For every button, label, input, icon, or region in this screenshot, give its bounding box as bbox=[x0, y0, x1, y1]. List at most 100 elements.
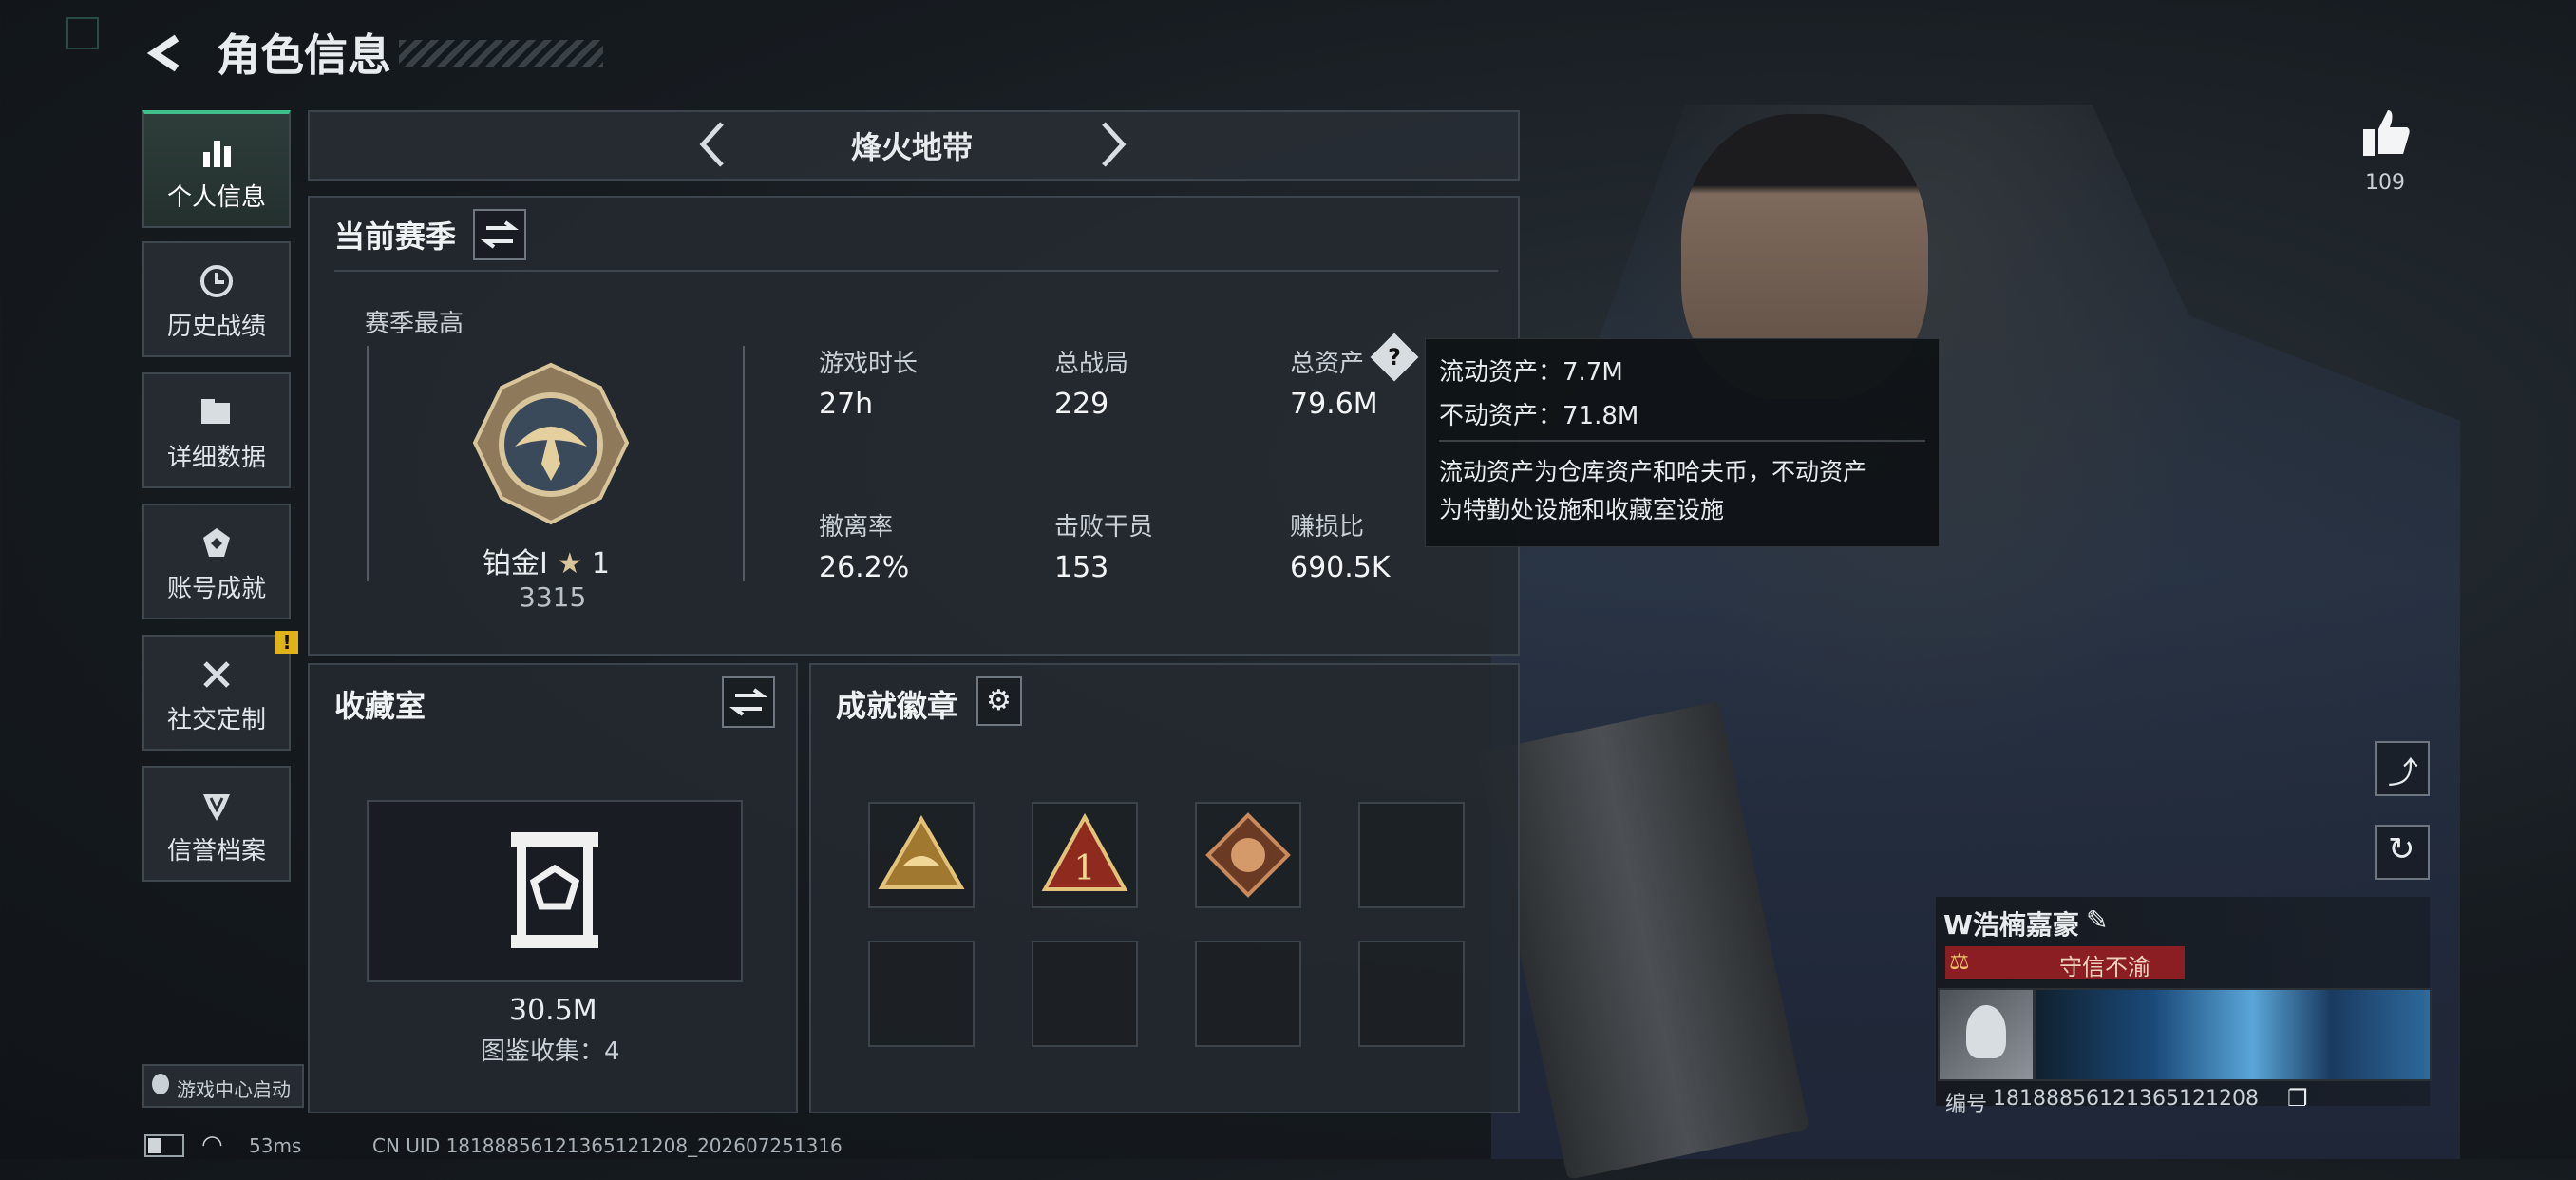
tooltip-desc-line1: 流动资产为仓库资产和哈夫币，不动资产 bbox=[1439, 458, 1867, 485]
pencil-icon: ✎ bbox=[2086, 904, 2109, 936]
page-title: 角色信息 bbox=[217, 29, 391, 81]
stat-profit-label: 赚损比 bbox=[1290, 513, 1365, 542]
stat-extract-rate-label: 撤离率 bbox=[819, 513, 894, 542]
badge-hat-icon bbox=[878, 815, 965, 889]
rank-name: 铂金I ★ 1 bbox=[483, 540, 610, 581]
collection-title: 收藏室 bbox=[334, 688, 426, 724]
corner-square bbox=[66, 17, 99, 49]
badge-dragon-icon bbox=[1205, 812, 1291, 898]
achievement-icon bbox=[203, 528, 230, 557]
divider bbox=[334, 270, 1498, 272]
badges-settings-button[interactable]: ⚙ bbox=[976, 676, 1022, 726]
season-highest-label: 赛季最高 bbox=[365, 310, 464, 338]
sidebar-item-label: 历史战绩 bbox=[166, 313, 266, 341]
season-switch-button[interactable] bbox=[473, 209, 526, 260]
rank-score: 3315 bbox=[519, 581, 587, 613]
game-center-label: 游戏中心启动 bbox=[177, 1078, 291, 1101]
sidebar-item-label: 账号成就 bbox=[166, 575, 266, 603]
uid-text: CN UID 181888561213651212​08_20260725131… bbox=[372, 1134, 843, 1157]
player-name: W浩楠嘉豪 bbox=[1943, 909, 2079, 941]
stat-profit-value: 690.5K bbox=[1290, 551, 1391, 584]
sidebar-item-label: 详细数据 bbox=[166, 444, 266, 472]
sidebar-item-history[interactable]: 历史战绩 bbox=[142, 241, 291, 357]
rank-stars: 1 bbox=[591, 547, 610, 580]
rank-name-text: 铂金I bbox=[483, 547, 548, 580]
ping-value: 53ms bbox=[249, 1134, 302, 1157]
collection-count: 图鉴收集：4 bbox=[481, 1037, 620, 1066]
sidebar-item-label: 信誉档案 bbox=[166, 837, 266, 866]
game-center-button[interactable]: 游戏中心启动 bbox=[142, 1064, 304, 1108]
mode-title: 烽火地带 bbox=[850, 129, 973, 165]
copy-icon: ❐ bbox=[2287, 1085, 2308, 1112]
stat-assets-value: 79.6M bbox=[1290, 388, 1378, 421]
tooltip-desc-line2: 为特勤处设施和收藏室设施 bbox=[1439, 496, 1725, 523]
swap-icon bbox=[729, 688, 767, 716]
like-count: 109 bbox=[2365, 171, 2405, 195]
vault-icon bbox=[511, 832, 598, 948]
badge-slot-4[interactable] bbox=[1358, 802, 1465, 908]
avatar[interactable] bbox=[1938, 988, 2035, 1081]
tooltip-divider bbox=[1439, 440, 1925, 442]
player-id: 181888561213651212​08 bbox=[1993, 1087, 2259, 1111]
sidebar-item-credit[interactable]: 信誉档案 bbox=[142, 766, 291, 882]
title-stripes bbox=[399, 40, 603, 67]
sidebar-item-social[interactable]: 社交定制 ! bbox=[142, 631, 298, 751]
refresh-icon: ↻ bbox=[2388, 830, 2415, 868]
badge-slot-5[interactable] bbox=[868, 941, 975, 1047]
badges-title: 成就徽章 bbox=[836, 688, 958, 724]
stat-playtime-label: 游戏时长 bbox=[819, 350, 919, 378]
collection-switch-button[interactable] bbox=[722, 676, 775, 728]
refresh-button[interactable]: ↻ bbox=[2375, 825, 2430, 880]
avatar-figure bbox=[1966, 1005, 2006, 1058]
battery-icon bbox=[144, 1134, 184, 1157]
profile-banner[interactable] bbox=[2035, 988, 2432, 1081]
back-button[interactable] bbox=[142, 30, 188, 76]
sidebar-item-details[interactable]: 详细数据 bbox=[142, 372, 291, 488]
tooltip-fixed-assets: 不动资产：71.8M bbox=[1439, 402, 1639, 430]
qq-icon bbox=[152, 1074, 169, 1094]
star-icon: ★ bbox=[557, 547, 583, 580]
like-button[interactable] bbox=[2358, 105, 2415, 162]
stat-matches-label: 总战局 bbox=[1054, 350, 1129, 378]
copy-id-button[interactable]: ❐ bbox=[2287, 1085, 2312, 1112]
thumbs-up-icon bbox=[2363, 110, 2410, 156]
gear-icon: ⚙ bbox=[986, 684, 1012, 717]
badge-slot-7[interactable] bbox=[1195, 941, 1301, 1047]
next-mode-button[interactable] bbox=[1094, 116, 1132, 173]
credit-label: 守信不渝 bbox=[2059, 954, 2150, 980]
collection-preview[interactable] bbox=[367, 800, 743, 982]
svg-text:1: 1 bbox=[1074, 849, 1096, 888]
edit-name-button[interactable]: ✎ bbox=[2086, 904, 2116, 936]
credit-icon: ⚖ bbox=[1949, 948, 1970, 975]
stat-kills-value: 153 bbox=[1054, 551, 1109, 584]
tools-icon bbox=[203, 661, 230, 688]
credit-badge: ⚖ 守信不渝 bbox=[1945, 946, 2185, 980]
badge-rank1-icon: 1 bbox=[1041, 812, 1128, 891]
badge-slot-8[interactable] bbox=[1358, 941, 1465, 1047]
folder-icon bbox=[201, 399, 230, 424]
wifi-icon: ◠ bbox=[201, 1131, 223, 1159]
share-button[interactable]: ⤴ bbox=[2375, 741, 2430, 796]
assets-tooltip: 流动资产：7.7M 不动资产：71.8M 流动资产为仓库资产和哈夫币，不动资产 … bbox=[1425, 338, 1940, 547]
stat-matches-value: 229 bbox=[1054, 388, 1109, 421]
collection-value: 30.5M bbox=[509, 994, 597, 1027]
stat-extract-rate-value: 26.2% bbox=[819, 551, 910, 584]
badge-slot-2[interactable]: 1 bbox=[1032, 802, 1138, 908]
badge-slot-3[interactable] bbox=[1195, 802, 1301, 908]
rank-medal-icon bbox=[467, 359, 635, 528]
alert-badge: ! bbox=[275, 631, 298, 654]
stat-assets-label: 总资产 bbox=[1290, 350, 1365, 378]
badge-slot-1[interactable] bbox=[868, 802, 975, 908]
player-id-label: 编号 bbox=[1945, 1093, 1988, 1116]
sidebar-item-achievements[interactable]: 账号成就 bbox=[142, 504, 291, 619]
sidebar-item-label: 个人信息 bbox=[166, 183, 266, 212]
stat-playtime-value: 27h bbox=[819, 388, 874, 421]
credit-icon bbox=[203, 794, 230, 821]
swap-icon bbox=[481, 220, 519, 249]
tooltip-liquid-assets: 流动资产：7.7M bbox=[1439, 358, 1623, 387]
season-title: 当前赛季 bbox=[334, 219, 457, 255]
clock-icon bbox=[200, 265, 233, 297]
sidebar-item-label: 社交定制 bbox=[166, 706, 266, 734]
stat-kills-label: 击败干员 bbox=[1054, 513, 1154, 542]
badge-slot-6[interactable] bbox=[1032, 941, 1138, 1047]
